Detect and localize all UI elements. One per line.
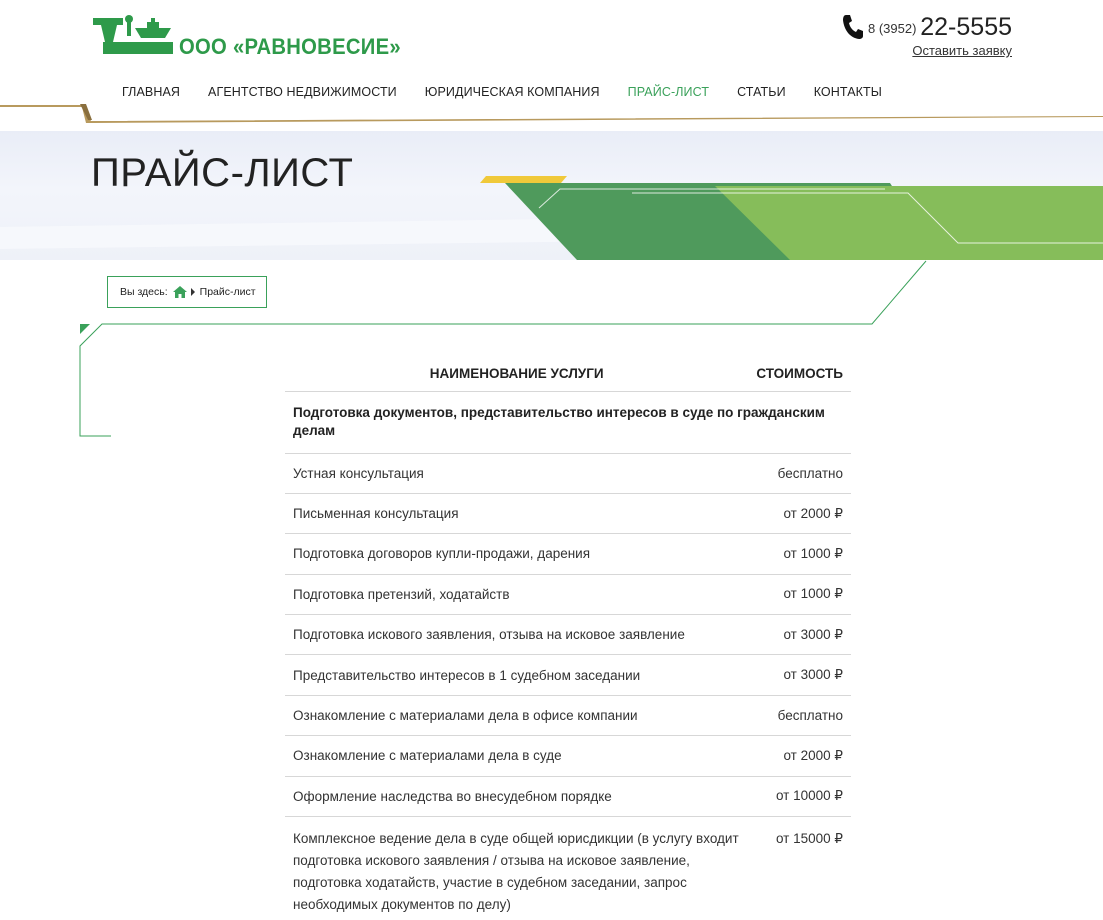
service-name: Подготовка искового заявления, отзыва на… xyxy=(285,614,749,656)
service-name: Подготовка договоров купли-продажи, даре… xyxy=(285,533,749,575)
nav-item-home[interactable]: ГЛАВНАЯ xyxy=(108,85,194,99)
section-title: Подготовка документов, представительство… xyxy=(285,391,851,454)
home-icon[interactable] xyxy=(172,286,187,298)
table-row: Ознакомление с материалами дела в офисе … xyxy=(285,695,851,737)
nav-item-price-list[interactable]: ПРАЙС-ЛИСТ xyxy=(614,85,723,99)
table-row: Подготовка искового заявления, отзыва на… xyxy=(285,614,851,656)
service-name: Представительство интересов в 1 судебном… xyxy=(285,654,749,696)
table-row: Подготовка претензий, ходатайств от 1000… xyxy=(285,574,851,616)
service-price: от 1000 ₽ xyxy=(748,533,851,575)
breadcrumb-current: Прайс-лист xyxy=(199,286,256,298)
service-price: бесплатно xyxy=(748,453,851,494)
table-row: Комплексное ведение дела в суде общей юр… xyxy=(285,817,851,917)
breadcrumb: Вы здесь: Прайс-лист xyxy=(107,276,267,308)
request-link[interactable]: Оставить заявку xyxy=(912,43,1012,58)
breadcrumb-label: Вы здесь: xyxy=(120,286,168,298)
gold-divider xyxy=(0,104,1103,123)
service-price: от 3000 ₽ xyxy=(748,614,851,656)
nav-item-articles[interactable]: СТАТЬИ xyxy=(723,85,800,99)
service-price: от 3000 ₽ xyxy=(748,654,851,696)
phone-icon xyxy=(843,15,863,39)
caret-right-icon xyxy=(190,288,195,296)
company-name: ООО «РАВНОВЕСИЕ» xyxy=(179,34,401,59)
table-row: Подготовка договоров купли-продажи, даре… xyxy=(285,533,851,575)
table-row: Ознакомление с материалами дела в суде о… xyxy=(285,735,851,777)
service-name: Устная консультация xyxy=(285,453,749,494)
table-header-row: НАИМЕНОВАНИЕ УСЛУГИ СТОИМОСТЬ xyxy=(285,357,851,392)
header-service-name: НАИМЕНОВАНИЕ УСЛУГИ xyxy=(285,357,749,392)
service-name: Письменная консультация xyxy=(285,493,749,535)
page-title: ПРАЙС-ЛИСТ xyxy=(91,151,354,195)
service-price: бесплатно xyxy=(748,695,851,737)
phone-prefix: 8 (3952) xyxy=(868,21,917,36)
service-name: Ознакомление с материалами дела в суде xyxy=(285,735,749,777)
service-price: от 2000 ₽ xyxy=(748,735,851,777)
nav-item-contacts[interactable]: КОНТАКТЫ xyxy=(800,85,896,99)
page-banner: ПРАЙС-ЛИСТ xyxy=(0,131,1103,260)
service-name: Ознакомление с материалами дела в офисе … xyxy=(285,695,749,737)
table-row: Устная консультация бесплатно xyxy=(285,453,851,494)
logo[interactable]: ООО «РАВНОВЕСИЕ» xyxy=(91,12,401,60)
nav-item-real-estate[interactable]: АГЕНТСТВО НЕДВИЖИМОСТИ xyxy=(194,85,411,99)
nav-item-legal[interactable]: ЮРИДИЧЕСКАЯ КОМПАНИЯ xyxy=(411,85,614,99)
phone-number[interactable]: 22-5555 xyxy=(920,13,1012,42)
service-name: Подготовка претензий, ходатайств xyxy=(285,574,749,616)
header-price: СТОИМОСТЬ xyxy=(748,357,851,392)
table-row: Оформление наследства во внесудебном пор… xyxy=(285,776,851,818)
price-table: НАИМЕНОВАНИЕ УСЛУГИ СТОИМОСТЬ Подготовка… xyxy=(285,357,851,916)
service-name: Оформление наследства во внесудебном пор… xyxy=(285,776,749,818)
scales-icon xyxy=(93,15,173,54)
service-price: от 15000 ₽ xyxy=(775,831,843,847)
section-row: Подготовка документов, представительство… xyxy=(285,391,851,454)
site-header: ООО «РАВНОВЕСИЕ» 8 (3952) 22-5555 Остави… xyxy=(0,0,1103,130)
table-row: Письменная консультация от 2000 ₽ xyxy=(285,493,851,535)
table-row: Представительство интересов в 1 судебном… xyxy=(285,654,851,696)
service-name: Комплексное ведение дела в суде общей юр… xyxy=(293,831,739,913)
contact-block: 8 (3952) 22-5555 Оставить заявку xyxy=(842,12,1012,60)
service-price: от 10000 ₽ xyxy=(748,776,851,818)
service-price: от 1000 ₽ xyxy=(748,574,851,616)
service-price: от 2000 ₽ xyxy=(748,493,851,535)
